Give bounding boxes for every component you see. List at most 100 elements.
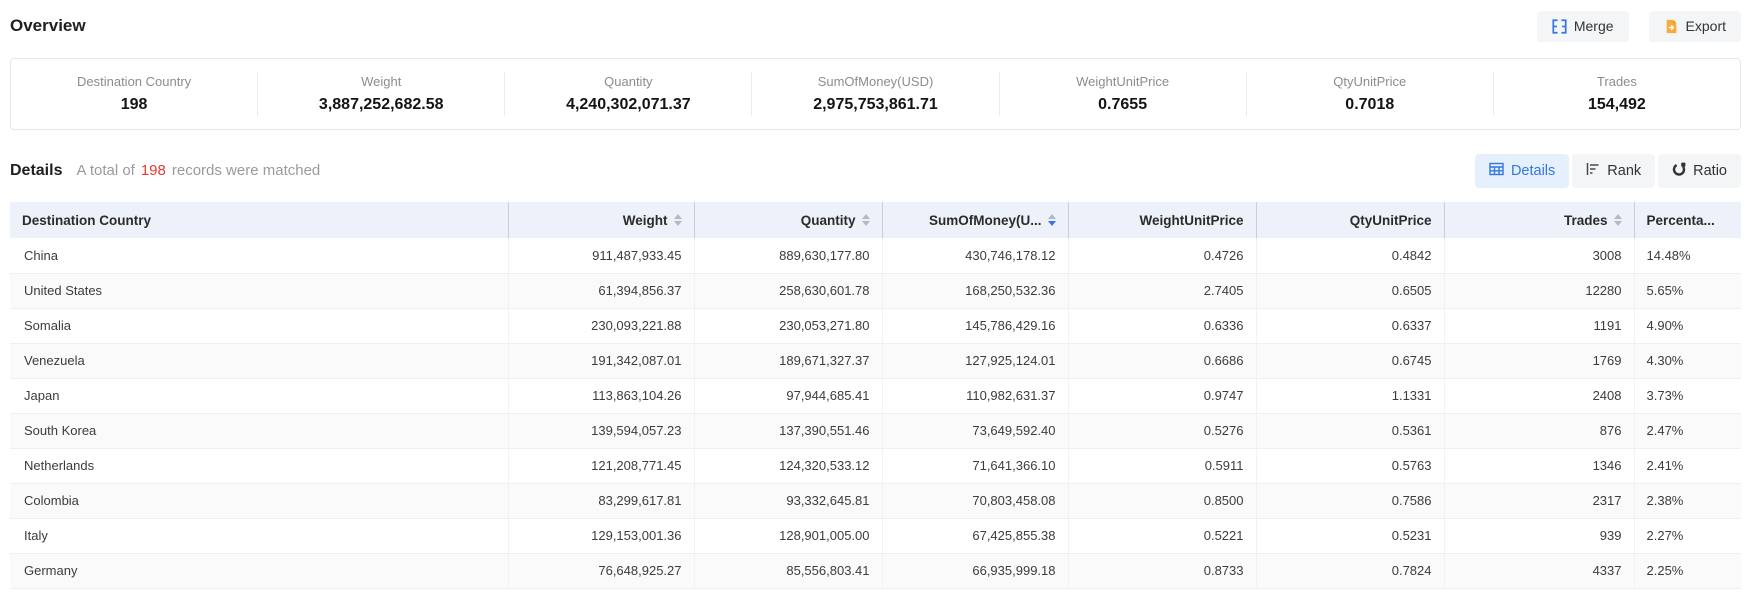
overview-stats-card: Destination Country198Weight3,887,252,68… — [10, 58, 1741, 130]
stat-value: 3,887,252,682.58 — [264, 96, 498, 114]
stat-value: 4,240,302,071.37 — [511, 96, 745, 114]
cell-quantity: 124,320,533.12 — [694, 448, 882, 483]
stat-item-3: SumOfMoney(USD)2,975,753,861.71 — [751, 72, 998, 116]
ratio-icon — [1672, 162, 1686, 180]
cell-quantity: 85,556,803.41 — [694, 553, 882, 588]
stat-item-1: Weight 3,887,252,682.58 — [257, 72, 504, 116]
stat-item-4: WeightUnitPrice 0.7655 — [999, 72, 1246, 116]
table-header-row: Destination CountryWeight Quantity SumOfMo… — [10, 202, 1741, 238]
top-bar: Overview Merge Export — [0, 0, 1751, 44]
table-row: Somalia230,093,221.88230,053,271.80145,7… — [10, 308, 1741, 343]
cell-weight: 139,594,057.23 — [508, 413, 694, 448]
cell-percentage: 14.48% — [1634, 238, 1741, 273]
cell-trades: 2317 — [1444, 483, 1634, 518]
sort-icon[interactable] — [1614, 214, 1622, 226]
export-icon — [1664, 19, 1679, 34]
cell-trades: 1346 — [1444, 448, 1634, 483]
stat-value: 0.7655 — [1006, 96, 1240, 114]
cell-destination-country: United States — [10, 273, 508, 308]
table-row: China911,487,933.45889,630,177.80430,746… — [10, 238, 1741, 273]
stat-label: Trades — [1500, 74, 1734, 89]
details-section-title: Details — [10, 162, 62, 180]
table-row: Italy129,153,001.36128,901,005.0067,425,… — [10, 518, 1741, 553]
sort-icon[interactable] — [1048, 214, 1056, 226]
table-row: Japan113,863,104.2697,944,685.41110,982,… — [10, 378, 1741, 413]
stat-value: 0.7018 — [1253, 96, 1487, 114]
sort-icon[interactable] — [862, 214, 870, 226]
cell-weight: 121,208,771.45 — [508, 448, 694, 483]
column-header-weight[interactable]: Weight — [508, 202, 694, 238]
records-summary-prefix: A total of — [76, 162, 134, 179]
cell-trades: 876 — [1444, 413, 1634, 448]
cell-destination-country: Venezuela — [10, 343, 508, 378]
view-tabs: Details Rank Ratio — [1475, 154, 1741, 188]
cell-weight-unit-price: 0.8733 — [1068, 553, 1256, 588]
table-row: Venezuela191,342,087.01189,671,327.37127… — [10, 343, 1741, 378]
cell-sum-of-money: 430,746,178.12 — [882, 238, 1068, 273]
cell-weight-unit-price: 2.7405 — [1068, 273, 1256, 308]
table-row: United States61,394,856.37258,630,601.78… — [10, 273, 1741, 308]
cell-weight: 76,648,925.27 — [508, 553, 694, 588]
cell-percentage: 4.90% — [1634, 308, 1741, 343]
cell-destination-country: Japan — [10, 378, 508, 413]
column-header-destination-country: Destination Country — [10, 202, 508, 238]
column-header-trades[interactable]: Trades — [1444, 202, 1634, 238]
cell-quantity: 189,671,327.37 — [694, 343, 882, 378]
cell-qty-unit-price: 0.4842 — [1256, 238, 1444, 273]
stat-value: 2,975,753,861.71 — [758, 96, 992, 114]
cell-sum-of-money: 71,641,366.10 — [882, 448, 1068, 483]
cell-destination-country: Germany — [10, 553, 508, 588]
tab-rank[interactable]: Rank — [1572, 154, 1655, 188]
table-row: Netherlands121,208,771.45124,320,533.127… — [10, 448, 1741, 483]
tab-ratio[interactable]: Ratio — [1658, 154, 1741, 188]
merge-button[interactable]: Merge — [1537, 11, 1629, 42]
tab-details[interactable]: Details — [1475, 154, 1569, 188]
cell-quantity: 128,901,005.00 — [694, 518, 882, 553]
cell-qty-unit-price: 0.5361 — [1256, 413, 1444, 448]
tab-label: Rank — [1607, 164, 1641, 179]
stat-label: WeightUnitPrice — [1006, 74, 1240, 89]
column-header-percentage: Percenta... — [1634, 202, 1741, 238]
cell-qty-unit-price: 0.7824 — [1256, 553, 1444, 588]
cell-qty-unit-price: 0.6745 — [1256, 343, 1444, 378]
cell-trades: 3008 — [1444, 238, 1634, 273]
stat-value: 154,492 — [1500, 96, 1734, 114]
cell-qty-unit-price: 0.6337 — [1256, 308, 1444, 343]
stat-value: 198 — [17, 96, 251, 114]
cell-trades: 2408 — [1444, 378, 1634, 413]
cell-quantity: 137,390,551.46 — [694, 413, 882, 448]
cell-sum-of-money: 127,925,124.01 — [882, 343, 1068, 378]
page-title: Overview — [10, 16, 86, 36]
cell-qty-unit-price: 0.5231 — [1256, 518, 1444, 553]
cell-destination-country: Netherlands — [10, 448, 508, 483]
cell-weight: 61,394,856.37 — [508, 273, 694, 308]
cell-qty-unit-price: 0.5763 — [1256, 448, 1444, 483]
cell-percentage: 5.65% — [1634, 273, 1741, 308]
cell-sum-of-money: 67,425,855.38 — [882, 518, 1068, 553]
tab-label: Ratio — [1693, 164, 1727, 179]
column-header-quantity[interactable]: Quantity — [694, 202, 882, 238]
stat-label: Weight — [264, 74, 498, 89]
details-icon — [1489, 162, 1504, 180]
sort-icon[interactable] — [674, 214, 682, 226]
cell-sum-of-money: 145,786,429.16 — [882, 308, 1068, 343]
cell-trades: 12280 — [1444, 273, 1634, 308]
cell-qty-unit-price: 0.7586 — [1256, 483, 1444, 518]
cell-weight-unit-price: 0.9747 — [1068, 378, 1256, 413]
column-header-sum-of-money[interactable]: SumOfMoney(U... — [882, 202, 1068, 238]
cell-sum-of-money: 168,250,532.36 — [882, 273, 1068, 308]
column-header-qty-unit-price: QtyUnitPrice — [1256, 202, 1444, 238]
column-header-label: Quantity — [801, 213, 856, 228]
cell-weight: 230,093,221.88 — [508, 308, 694, 343]
table-row: South Korea139,594,057.23137,390,551.467… — [10, 413, 1741, 448]
details-table: Destination CountryWeight Quantity SumOfMo… — [10, 202, 1741, 589]
cell-weight-unit-price: 0.6686 — [1068, 343, 1256, 378]
cell-weight: 191,342,087.01 — [508, 343, 694, 378]
export-button[interactable]: Export — [1649, 11, 1741, 42]
tab-label: Details — [1511, 164, 1555, 179]
records-summary: A total of198records were matched — [76, 162, 320, 179]
cell-qty-unit-price: 1.1331 — [1256, 378, 1444, 413]
stat-label: QtyUnitPrice — [1253, 74, 1487, 89]
cell-weight-unit-price: 0.4726 — [1068, 238, 1256, 273]
column-header-label: WeightUnitPrice — [1139, 213, 1243, 228]
